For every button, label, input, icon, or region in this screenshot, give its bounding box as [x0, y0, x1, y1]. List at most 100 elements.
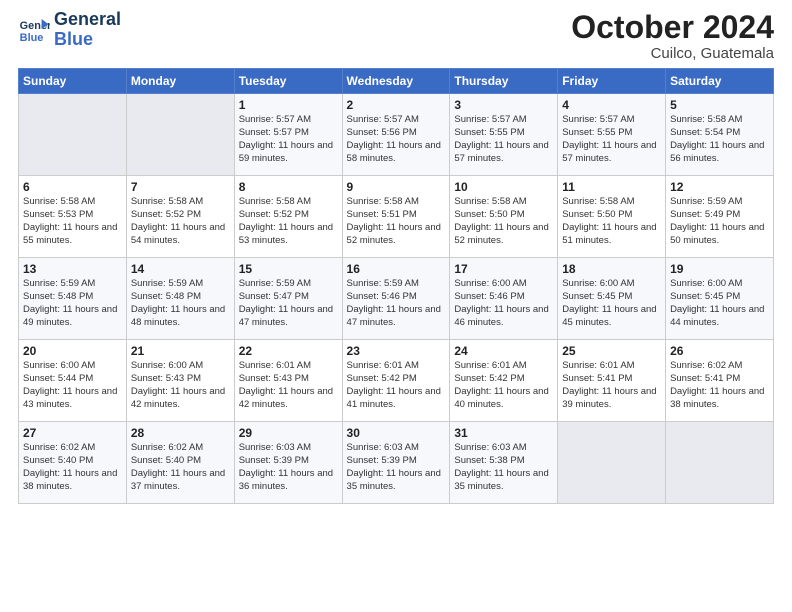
calendar-subtitle: Cuilco, Guatemala: [571, 45, 774, 62]
calendar-cell: [126, 94, 234, 176]
calendar-cell: 27Sunrise: 6:02 AM Sunset: 5:40 PM Dayli…: [19, 422, 127, 504]
calendar-cell: [19, 94, 127, 176]
day-number: 30: [347, 426, 446, 440]
logo-line2: Blue: [54, 30, 121, 50]
day-info: Sunrise: 6:00 AM Sunset: 5:43 PM Dayligh…: [131, 360, 230, 411]
week-row-1: 1Sunrise: 5:57 AM Sunset: 5:57 PM Daylig…: [19, 94, 774, 176]
day-number: 4: [562, 98, 661, 112]
header-day-wednesday: Wednesday: [342, 69, 450, 94]
day-info: Sunrise: 5:58 AM Sunset: 5:50 PM Dayligh…: [454, 196, 553, 247]
calendar-cell: 25 Sunrise: 6:01 AM Sunset: 5:41 PM Dayli…: [558, 340, 666, 422]
calendar-cell: 29 Sunrise: 6:03 AM Sunset: 5:39 PM Dayli…: [234, 422, 342, 504]
calendar-cell: 7 Sunrise: 5:58 AM Sunset: 5:52 PM Daylig…: [126, 176, 234, 258]
day-number: 13: [23, 262, 122, 276]
day-info: Sunrise: 5:59 AM Sunset: 5:48 PM Dayligh…: [131, 278, 230, 329]
calendar-cell: 3 Sunrise: 5:57 AM Sunset: 5:55 PM Daylig…: [450, 94, 558, 176]
calendar-cell: 23Sunrise: 6:01 AM Sunset: 5:42 PM Dayli…: [342, 340, 450, 422]
day-number: 19: [670, 262, 769, 276]
calendar-cell: 9 Sunrise: 5:58 AM Sunset: 5:51 PM Daylig…: [342, 176, 450, 258]
header-day-saturday: Saturday: [666, 69, 774, 94]
day-info: Sunrise: 5:58 AM Sunset: 5:52 PM Dayligh…: [131, 196, 230, 247]
day-info: Sunrise: 5:58 AM Sunset: 5:51 PM Dayligh…: [347, 196, 446, 247]
day-number: 5: [670, 98, 769, 112]
day-number: 2: [347, 98, 446, 112]
day-number: 23: [347, 344, 446, 358]
calendar-cell: 2 Sunrise: 5:57 AM Sunset: 5:56 PM Daylig…: [342, 94, 450, 176]
day-info: Sunrise: 5:57 AM Sunset: 5:57 PM Dayligh…: [239, 114, 338, 165]
day-number: 3: [454, 98, 553, 112]
day-number: 24: [454, 344, 553, 358]
day-number: 18: [562, 262, 661, 276]
day-info: Sunrise: 6:02 AM Sunset: 5:41 PM Dayligh…: [670, 360, 769, 411]
calendar-cell: 21 Sunrise: 6:00 AM Sunset: 5:43 PM Dayli…: [126, 340, 234, 422]
calendar-cell: 30 Sunrise: 6:03 AM Sunset: 5:39 PM Dayli…: [342, 422, 450, 504]
logo-text: General Blue: [54, 10, 121, 50]
day-info: Sunrise: 6:01 AM Sunset: 5:42 PM Dayligh…: [454, 360, 553, 411]
calendar-cell: 14Sunrise: 5:59 AM Sunset: 5:48 PM Dayli…: [126, 258, 234, 340]
calendar-cell: 26Sunrise: 6:02 AM Sunset: 5:41 PM Dayli…: [666, 340, 774, 422]
header-row: SundayMondayTuesdayWednesdayThursdayFrid…: [19, 69, 774, 94]
day-number: 25: [562, 344, 661, 358]
day-info: Sunrise: 5:58 AM Sunset: 5:54 PM Dayligh…: [670, 114, 769, 165]
calendar-cell: 28Sunrise: 6:02 AM Sunset: 5:40 PM Dayli…: [126, 422, 234, 504]
calendar-cell: 1Sunrise: 5:57 AM Sunset: 5:57 PM Daylig…: [234, 94, 342, 176]
day-number: 16: [347, 262, 446, 276]
day-info: Sunrise: 5:59 AM Sunset: 5:47 PM Dayligh…: [239, 278, 338, 329]
calendar-cell: 17 Sunrise: 6:00 AM Sunset: 5:46 PM Dayli…: [450, 258, 558, 340]
day-number: 15: [239, 262, 338, 276]
day-info: Sunrise: 6:01 AM Sunset: 5:41 PM Dayligh…: [562, 360, 661, 411]
calendar-cell: 11 Sunrise: 5:58 AM Sunset: 5:50 PM Dayli…: [558, 176, 666, 258]
day-info: Sunrise: 5:58 AM Sunset: 5:53 PM Dayligh…: [23, 196, 122, 247]
calendar-cell: 6Sunrise: 5:58 AM Sunset: 5:53 PM Daylig…: [19, 176, 127, 258]
day-info: Sunrise: 6:00 AM Sunset: 5:46 PM Dayligh…: [454, 278, 553, 329]
day-number: 31: [454, 426, 553, 440]
calendar-cell: 15 Sunrise: 5:59 AM Sunset: 5:47 PM Dayli…: [234, 258, 342, 340]
calendar-cell: 12 Sunrise: 5:59 AM Sunset: 5:49 PM Dayli…: [666, 176, 774, 258]
week-row-2: 6Sunrise: 5:58 AM Sunset: 5:53 PM Daylig…: [19, 176, 774, 258]
calendar-page: General Blue General Blue October 2024 C…: [0, 0, 792, 612]
day-number: 21: [131, 344, 230, 358]
calendar-cell: 16 Sunrise: 5:59 AM Sunset: 5:46 PM Dayli…: [342, 258, 450, 340]
calendar-table: SundayMondayTuesdayWednesdayThursdayFrid…: [18, 68, 774, 504]
day-info: Sunrise: 5:57 AM Sunset: 5:55 PM Dayligh…: [454, 114, 553, 165]
day-number: 11: [562, 180, 661, 194]
day-number: 8: [239, 180, 338, 194]
day-info: Sunrise: 6:03 AM Sunset: 5:39 PM Dayligh…: [347, 442, 446, 493]
header-day-thursday: Thursday: [450, 69, 558, 94]
day-number: 7: [131, 180, 230, 194]
header: General Blue General Blue October 2024 C…: [18, 10, 774, 62]
header-day-tuesday: Tuesday: [234, 69, 342, 94]
day-info: Sunrise: 6:03 AM Sunset: 5:39 PM Dayligh…: [239, 442, 338, 493]
day-number: 12: [670, 180, 769, 194]
week-row-3: 13 Sunrise: 5:59 AM Sunset: 5:48 PM Dayli…: [19, 258, 774, 340]
day-number: 10: [454, 180, 553, 194]
day-info: Sunrise: 5:59 AM Sunset: 5:49 PM Dayligh…: [670, 196, 769, 247]
calendar-cell: 24 Sunrise: 6:01 AM Sunset: 5:42 PM Dayli…: [450, 340, 558, 422]
calendar-cell: 18Sunrise: 6:00 AM Sunset: 5:45 PM Dayli…: [558, 258, 666, 340]
svg-text:Blue: Blue: [20, 32, 44, 44]
calendar-cell: 5 Sunrise: 5:58 AM Sunset: 5:54 PM Daylig…: [666, 94, 774, 176]
day-info: Sunrise: 6:00 AM Sunset: 5:45 PM Dayligh…: [670, 278, 769, 329]
logo-line1: General: [54, 10, 121, 30]
week-row-5: 27Sunrise: 6:02 AM Sunset: 5:40 PM Dayli…: [19, 422, 774, 504]
day-number: 28: [131, 426, 230, 440]
calendar-cell: 8Sunrise: 5:58 AM Sunset: 5:52 PM Daylig…: [234, 176, 342, 258]
day-number: 9: [347, 180, 446, 194]
day-info: Sunrise: 5:59 AM Sunset: 5:48 PM Dayligh…: [23, 278, 122, 329]
logo-icon: General Blue: [18, 14, 50, 46]
day-number: 17: [454, 262, 553, 276]
day-info: Sunrise: 6:03 AM Sunset: 5:38 PM Dayligh…: [454, 442, 553, 493]
calendar-cell: 4Sunrise: 5:57 AM Sunset: 5:55 PM Daylig…: [558, 94, 666, 176]
calendar-cell: 13 Sunrise: 5:59 AM Sunset: 5:48 PM Dayli…: [19, 258, 127, 340]
day-number: 27: [23, 426, 122, 440]
day-info: Sunrise: 6:01 AM Sunset: 5:43 PM Dayligh…: [239, 360, 338, 411]
header-day-friday: Friday: [558, 69, 666, 94]
day-info: Sunrise: 5:58 AM Sunset: 5:50 PM Dayligh…: [562, 196, 661, 247]
day-info: Sunrise: 6:00 AM Sunset: 5:44 PM Dayligh…: [23, 360, 122, 411]
day-info: Sunrise: 5:59 AM Sunset: 5:46 PM Dayligh…: [347, 278, 446, 329]
header-day-sunday: Sunday: [19, 69, 127, 94]
day-number: 29: [239, 426, 338, 440]
day-number: 22: [239, 344, 338, 358]
calendar-cell: 10 Sunrise: 5:58 AM Sunset: 5:50 PM Dayli…: [450, 176, 558, 258]
day-info: Sunrise: 5:57 AM Sunset: 5:56 PM Dayligh…: [347, 114, 446, 165]
